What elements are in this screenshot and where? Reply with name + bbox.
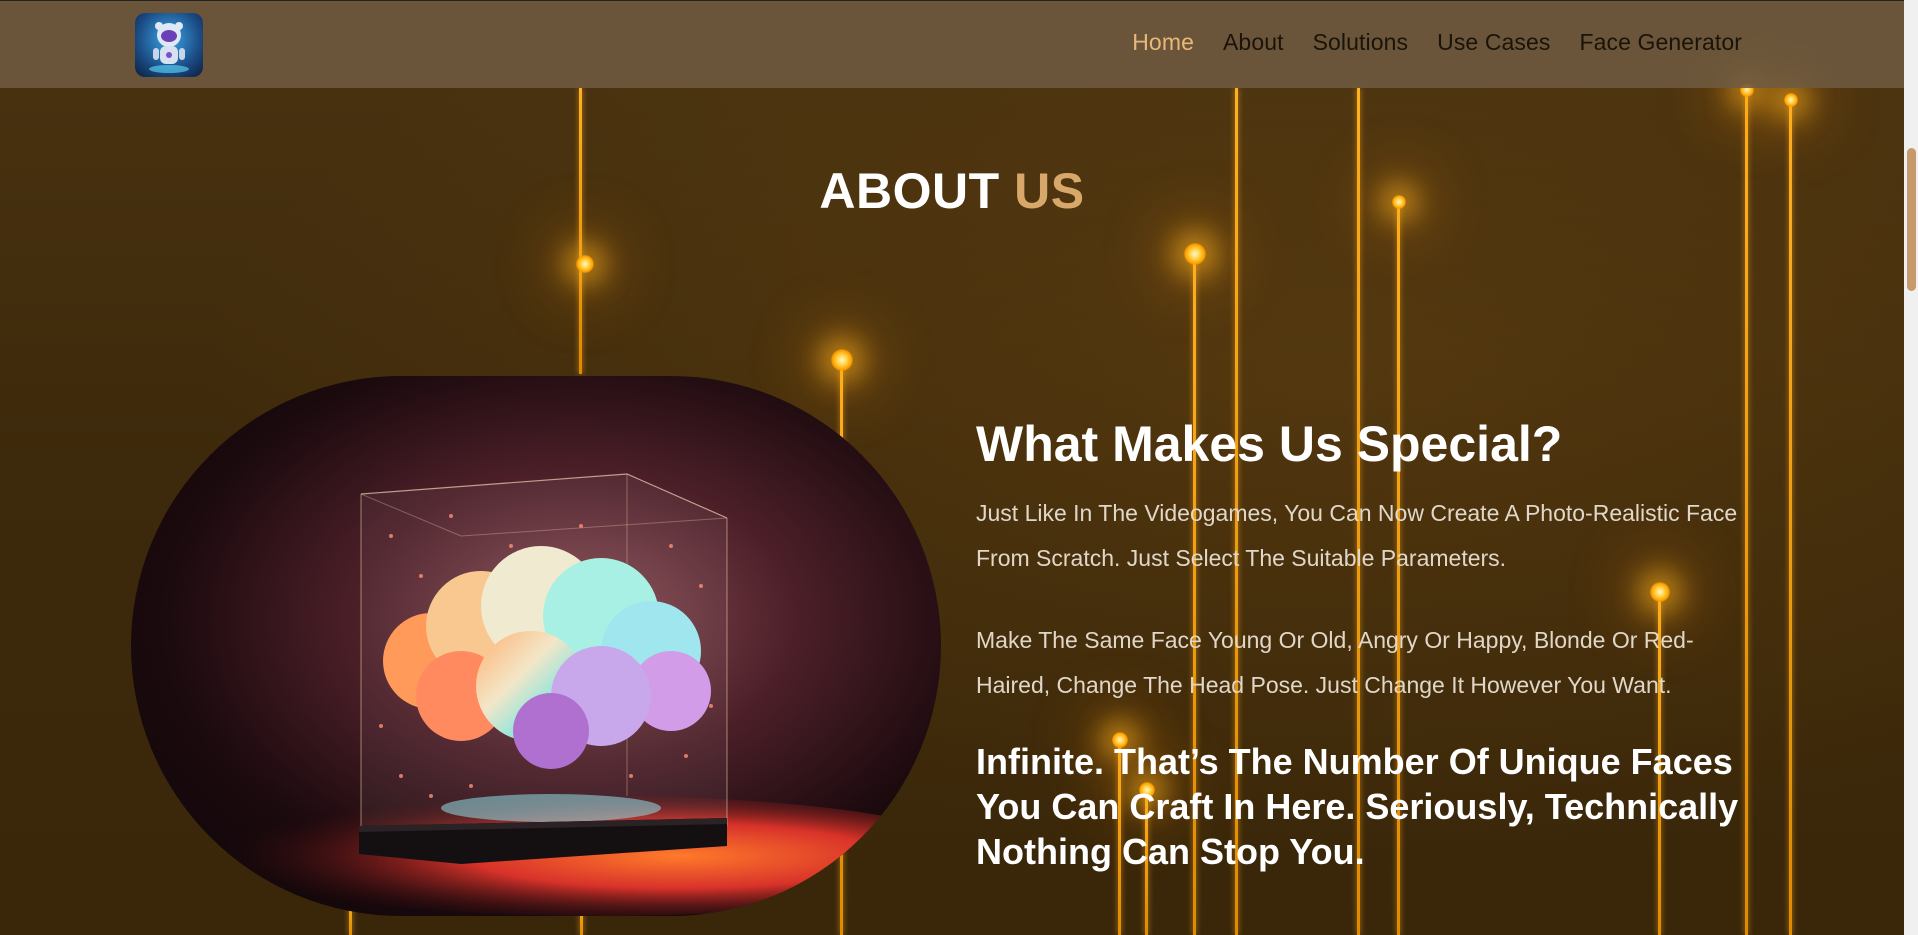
about-paragraph-1: Just Like In The Videogames, You Can Now… — [976, 500, 1738, 571]
light-beam — [579, 88, 582, 374]
section-title-main: ABOUT — [819, 163, 1000, 219]
nav-item-face-generator[interactable]: Face Generator — [1580, 29, 1742, 56]
page-scrollbar[interactable] — [1904, 0, 1918, 935]
about-paragraph-2: Make The Same Face Young Or Old, Angry O… — [976, 627, 1694, 698]
main-nav: Home About Solutions Use Cases Face Gene… — [1132, 29, 1742, 56]
nav-item-about[interactable]: About — [1223, 29, 1284, 56]
scrollbar-thumb[interactable] — [1907, 148, 1916, 291]
light-orb — [576, 255, 594, 273]
section-title-accent: US — [1014, 163, 1085, 219]
hero-cloud-cube-image — [131, 376, 941, 916]
nav-item-use-cases[interactable]: Use Cases — [1437, 29, 1550, 56]
about-content: What Makes Us Special? Just Like In The … — [976, 413, 1756, 874]
about-heading: What Makes Us Special? — [976, 416, 1563, 472]
navbar: Home About Solutions Use Cases Face Gene… — [0, 0, 1904, 88]
light-orb — [1184, 243, 1206, 265]
robot-mascot-logo-icon — [149, 22, 189, 73]
nav-item-solutions[interactable]: Solutions — [1313, 29, 1409, 56]
section-title: ABOUT US — [0, 162, 1904, 220]
light-beam — [1789, 100, 1792, 935]
about-tagline: Infinite. That’s The Number Of Unique Fa… — [976, 741, 1739, 872]
light-orb — [1784, 93, 1798, 107]
glowing-cloud-in-glass-cube-icon — [221, 473, 941, 916]
light-orb — [831, 349, 853, 371]
nav-item-home[interactable]: Home — [1132, 29, 1194, 56]
robot-mascot-logo-icon[interactable] — [135, 13, 203, 77]
